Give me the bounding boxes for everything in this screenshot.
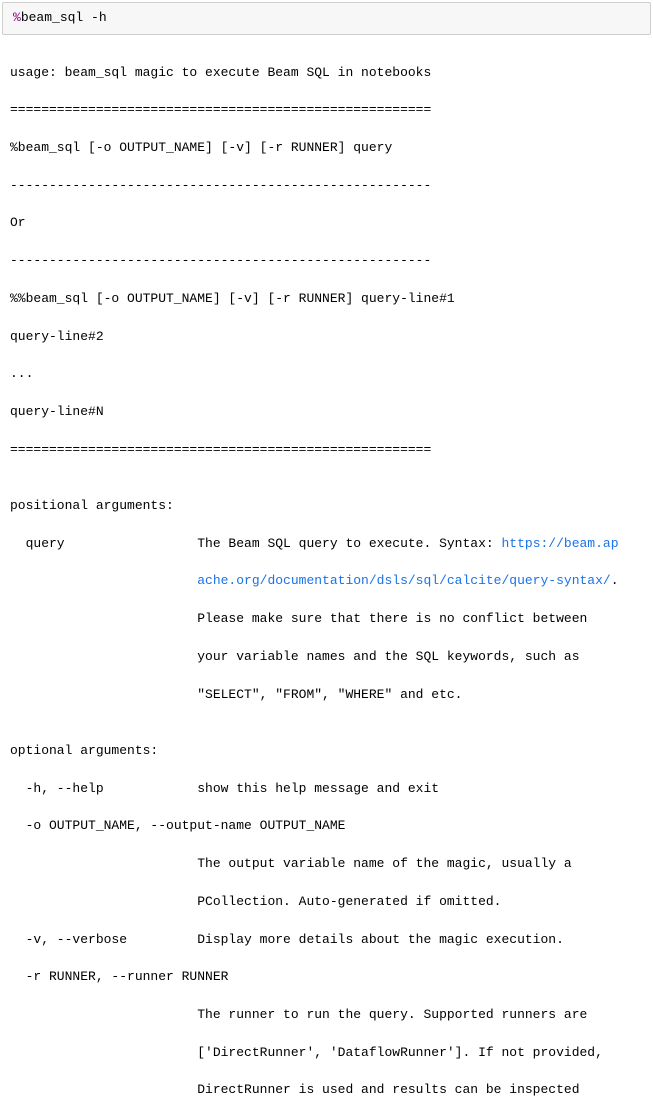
separator: ========================================… [10, 441, 643, 460]
positional-header: positional arguments: [10, 497, 643, 516]
magic-command: beam_sql [21, 10, 83, 25]
opt-verbose: -v, --verbose Display more details about… [10, 931, 643, 950]
opt-runner-l2: The runner to run the query. Supported r… [10, 1006, 643, 1025]
positional-query-l4: your variable names and the SQL keywords… [10, 648, 643, 667]
syntax-link-cont[interactable]: ache.org/documentation/dsls/sql/calcite/… [10, 573, 611, 588]
opt-output-name-l2: The output variable name of the magic, u… [10, 855, 643, 874]
opt-output-name-l3: PCollection. Auto-generated if omitted. [10, 893, 643, 912]
syntax-cell-magic-3: ... [10, 365, 643, 384]
syntax-cell-magic-2: query-line#2 [10, 328, 643, 347]
separator-dash: ----------------------------------------… [10, 177, 643, 196]
positional-query-l2-dot: . [611, 573, 619, 588]
help-flag: -h [83, 10, 106, 25]
positional-query-l2: ache.org/documentation/dsls/sql/calcite/… [10, 572, 643, 591]
positional-query-l5: "SELECT", "FROM", "WHERE" and etc. [10, 686, 643, 705]
separator: ========================================… [10, 101, 643, 120]
code-input-cell[interactable]: %beam_sql -h [2, 2, 651, 35]
opt-output-name-l1: -o OUTPUT_NAME, --output-name OUTPUT_NAM… [10, 817, 643, 836]
separator-dash: ----------------------------------------… [10, 252, 643, 271]
opt-runner-l4: DirectRunner is used and results can be … [10, 1081, 643, 1098]
positional-query-l1: query The Beam SQL query to execute. Syn… [10, 535, 643, 554]
or-label: Or [10, 214, 643, 233]
opt-runner-l3: ['DirectRunner', 'DataflowRunner']. If n… [10, 1044, 643, 1063]
usage-line: usage: beam_sql magic to execute Beam SQ… [10, 64, 643, 83]
optional-header: optional arguments: [10, 742, 643, 761]
syntax-cell-magic-1: %%beam_sql [-o OUTPUT_NAME] [-v] [-r RUN… [10, 290, 643, 309]
positional-query-l3: Please make sure that there is no confli… [10, 610, 643, 629]
syntax-cell-magic-4: query-line#N [10, 403, 643, 422]
code-output-cell: usage: beam_sql magic to execute Beam SQ… [0, 41, 653, 1098]
syntax-line-magic: %beam_sql [-o OUTPUT_NAME] [-v] [-r RUNN… [10, 139, 643, 158]
opt-help: -h, --help show this help message and ex… [10, 780, 643, 799]
opt-runner-l1: -r RUNNER, --runner RUNNER [10, 968, 643, 987]
magic-prefix: % [13, 10, 21, 25]
